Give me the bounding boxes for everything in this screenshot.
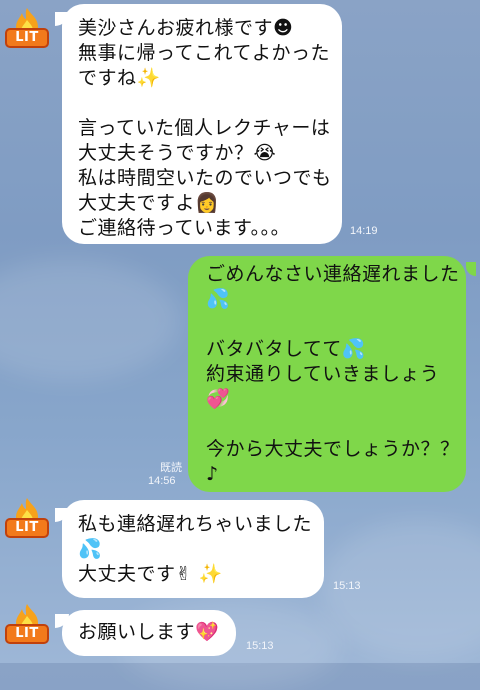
message-line: バタバタしてて💦 — [206, 338, 367, 360]
message-line: 大丈夫そうですか？😭 — [78, 142, 277, 164]
message-line: 💞 — [206, 388, 231, 410]
message-time: 15:13 — [333, 580, 361, 592]
message-line: 言っていた個人レクチャーは — [78, 117, 331, 139]
message-line: 今から大丈夫でしょうか？？ — [206, 438, 460, 460]
message-bubble-incoming[interactable]: お願いします💖 — [62, 610, 236, 656]
message-line: 美沙さんお疲れ様です☻ — [78, 17, 294, 39]
avatar-badge: LIT — [5, 518, 49, 538]
message-line — [206, 312, 456, 337]
message-line: 約束通りしていきましょう — [206, 363, 440, 385]
read-receipt: 既読 — [160, 462, 182, 474]
avatar[interactable]: LIT — [4, 496, 50, 542]
avatar[interactable]: LIT — [4, 6, 50, 52]
message-line — [206, 412, 456, 437]
message-bubble-incoming[interactable]: 私も連絡遅れちゃいました 💦 大丈夫です✌ ✨ — [62, 500, 324, 598]
message-line: ですね✨ — [78, 67, 161, 89]
message-line: 私も連絡遅れちゃいました — [78, 513, 313, 535]
message-line: 大丈夫です✌ ✨ — [78, 563, 223, 585]
avatar-badge: LIT — [5, 624, 49, 644]
message-line: 無事に帰ってこれてよかった — [78, 42, 330, 64]
avatar-badge: LIT — [5, 28, 49, 48]
message-bubble-incoming[interactable]: 美沙さんお疲れ様です☻ 無事に帰ってこれてよかった ですね✨ 言っていた個人レク… — [62, 4, 342, 244]
message-time: 15:13 — [246, 640, 274, 652]
message-line: ♪ — [206, 463, 219, 485]
message-line: 大丈夫ですよ👩 — [78, 192, 220, 214]
avatar[interactable]: LIT — [4, 602, 50, 648]
message-time: 14:19 — [350, 225, 378, 237]
message-line: お願いします💖 — [78, 621, 220, 643]
message-line: 💦 — [206, 288, 231, 310]
message-line: 私は時間空いたのでいつでも — [78, 167, 332, 189]
message-line: ごめんなさい連絡遅れました — [206, 263, 460, 285]
message-time: 14:56 — [148, 475, 176, 487]
message-line: 💦 — [78, 538, 103, 560]
message-line: ご連絡待っています。。。 — [78, 217, 291, 239]
message-line — [78, 91, 328, 116]
message-bubble-outgoing[interactable]: ごめんなさい連絡遅れました 💦 バタバタしてて💦 約束通りしていきましょう 💞 … — [188, 256, 466, 492]
